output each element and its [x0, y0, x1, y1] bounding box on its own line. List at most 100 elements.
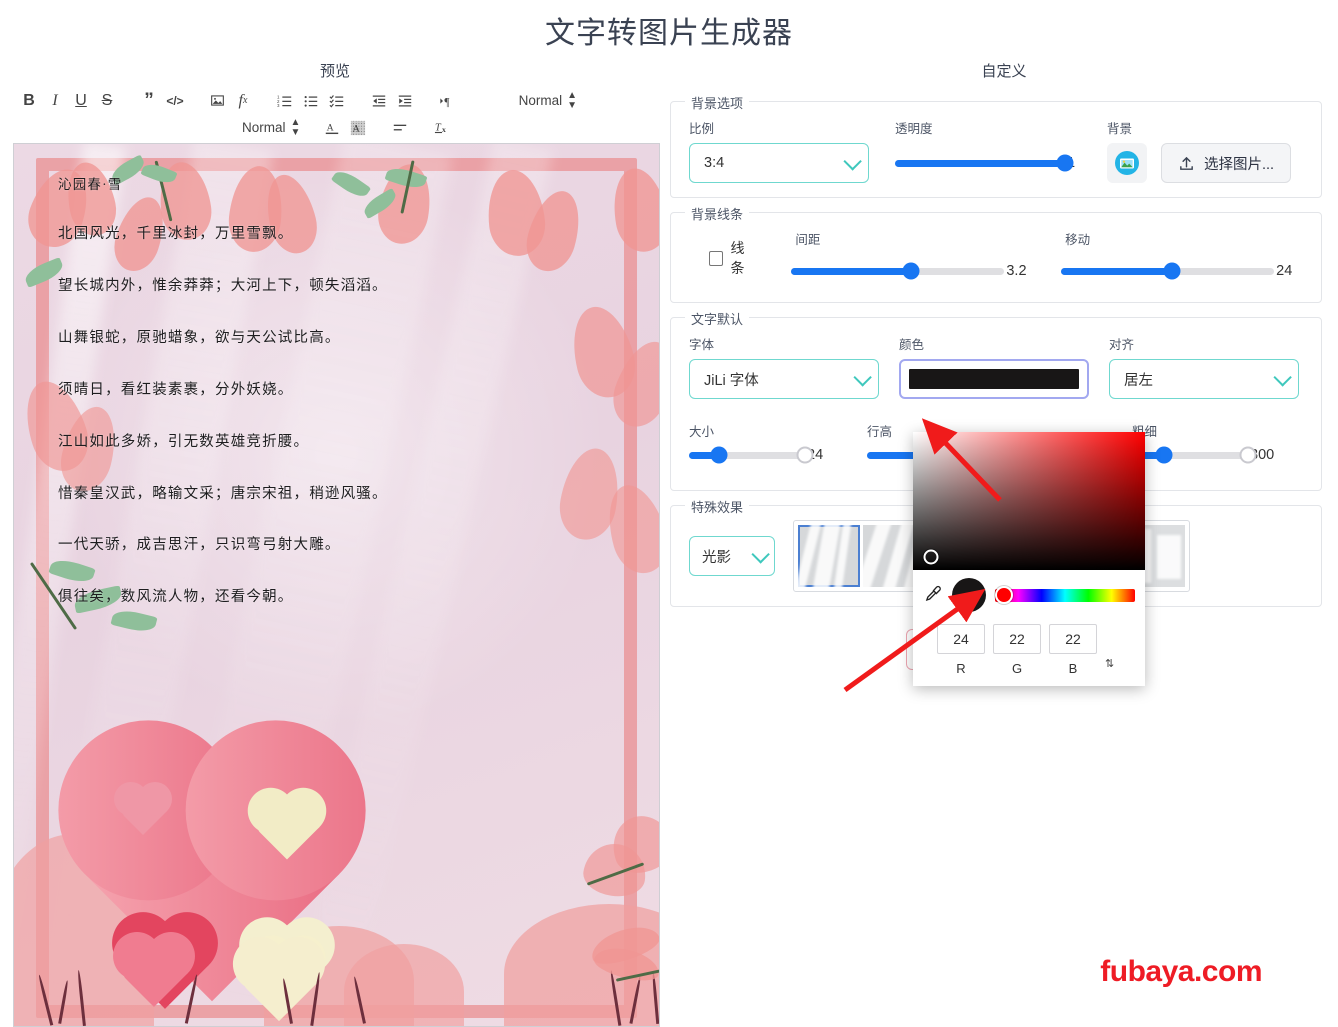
effect-value: 光影: [702, 549, 731, 566]
spacing-field: 间距 3.2: [791, 229, 1033, 288]
align-icon[interactable]: [387, 116, 413, 140]
page-title: 文字转图片生成器: [545, 17, 793, 50]
svg-text:A: A: [327, 122, 334, 133]
choose-image-label: 选择图片...: [1204, 156, 1275, 173]
spacing-slider[interactable]: 3.2: [791, 254, 1033, 288]
background-color-icon[interactable]: A: [345, 116, 371, 140]
weight-end-marker: [1239, 446, 1257, 464]
poem-line: 山舞银蛇，原驰蜡象，欲与天公试比高。: [58, 329, 341, 346]
spacing-track[interactable]: [791, 262, 1005, 280]
move-track[interactable]: [1061, 262, 1275, 280]
outdent-icon[interactable]: [366, 89, 392, 113]
lines-checkbox[interactable]: 线条: [709, 238, 757, 278]
bullet-list-icon[interactable]: [298, 89, 324, 113]
background-lines-section: 背景线条 线条 间距 3.2 移动 24: [670, 204, 1322, 303]
text-defaults-legend: 文字默认: [685, 309, 750, 328]
green-cell: 22 G: [993, 624, 1041, 676]
blue-label: B: [1068, 661, 1078, 676]
rgb-inputs: 24 R 22 G 22 B ⇅: [923, 624, 1135, 676]
ratio-label: 比例: [689, 122, 715, 136]
background-options-section: 背景选项 比例 3:4 透明度 1: [670, 93, 1322, 198]
check-list-icon[interactable]: [324, 89, 350, 113]
special-effects-legend: 特殊效果: [685, 497, 750, 516]
ratio-select[interactable]: 3:4: [689, 143, 869, 183]
size-track[interactable]: [689, 446, 814, 464]
poem-line: 俱往矣，数风流人物，还看今朝。: [58, 589, 294, 606]
size-select[interactable]: Normal ▲ ▼: [238, 117, 303, 138]
ordered-list-icon[interactable]: 123: [272, 89, 298, 113]
image-icon[interactable]: [204, 89, 230, 113]
ratio-value: 3:4: [704, 155, 725, 171]
opacity-track[interactable]: [895, 154, 1074, 172]
current-color-preview: [952, 578, 986, 612]
picture-icon: [1115, 151, 1139, 175]
weight-knob[interactable]: [1155, 446, 1173, 464]
opacity-knob[interactable]: [1056, 154, 1074, 172]
opacity-fill: [895, 159, 1065, 167]
move-label: 移动: [1065, 233, 1091, 247]
size-field: 大小 24: [689, 421, 841, 464]
weight-slider[interactable]: 300: [1132, 446, 1303, 464]
move-value: 24: [1276, 263, 1293, 279]
size-end-marker: [796, 446, 814, 464]
red-input[interactable]: 24: [937, 624, 985, 654]
header-select[interactable]: Normal ▲ ▼: [515, 89, 580, 111]
green-input[interactable]: 22: [993, 624, 1041, 654]
align-select[interactable]: 居左: [1109, 359, 1299, 399]
preview-canvas[interactable]: 沁园春·雪 北国风光，千里冰封，万里雪飘。 望长城内外，惟余莽莽；大河上下，顿失…: [13, 143, 660, 1027]
saturation-value-area[interactable]: [913, 432, 1145, 570]
background-thumbnail[interactable]: [1107, 143, 1147, 183]
background-lines-legend: 背景线条: [685, 204, 750, 223]
hue-bar[interactable]: [995, 588, 1135, 602]
svg-text:T: T: [435, 122, 442, 133]
blue-cell: 22 B: [1049, 624, 1097, 676]
clear-format-icon[interactable]: Tx: [429, 116, 455, 140]
font-select[interactable]: JiLi 字体: [689, 359, 879, 399]
formula-icon[interactable]: fx: [230, 89, 256, 113]
bold-icon[interactable]: B: [16, 89, 42, 113]
weight-track[interactable]: [1132, 446, 1257, 464]
color-label: 颜色: [899, 338, 925, 352]
effect-select[interactable]: 光影: [689, 536, 775, 576]
move-slider[interactable]: 24: [1061, 254, 1303, 288]
size-label: 大小: [689, 425, 715, 439]
chevron-down-icon: [751, 544, 770, 564]
size-knob[interactable]: [710, 446, 728, 464]
opacity-slider[interactable]: 1: [895, 143, 1085, 183]
blue-input[interactable]: 22: [1049, 624, 1097, 654]
poem-line: 惜秦皇汉武，略输文采；唐宗宋祖，稍逊风骚。: [58, 485, 388, 502]
spacing-fill: [791, 267, 911, 275]
watermark: fubaya.com: [1100, 955, 1262, 988]
move-knob[interactable]: [1163, 262, 1181, 280]
color-field-wrap: 颜色: [899, 334, 1089, 399]
text-direction-icon[interactable]: ¶: [434, 89, 460, 113]
effect-thumb-curtain-light[interactable]: [798, 525, 860, 587]
sv-cursor[interactable]: [923, 549, 939, 565]
poem-line: 江山如此多娇，引无数英雄竞折腰。: [58, 433, 310, 450]
checkbox-box[interactable]: [709, 250, 724, 266]
spacing-knob[interactable]: [902, 262, 920, 280]
format-toggle-icon[interactable]: ⇅: [1105, 659, 1114, 670]
background-options-legend: 背景选项: [685, 93, 750, 112]
blockquote-icon[interactable]: ”: [136, 89, 162, 113]
hue-slider[interactable]: [995, 586, 1135, 604]
background-options-row: 比例 3:4 透明度 1: [689, 118, 1303, 183]
hue-knob[interactable]: [995, 586, 1013, 604]
code-block-icon[interactable]: </>: [162, 89, 188, 113]
svg-text:A: A: [353, 123, 360, 134]
poem-text[interactable]: 沁园春·雪 北国风光，千里冰封，万里雪飘。 望长城内外，惟余莽莽；大河上下，顿失…: [58, 177, 619, 642]
color-swatch-button[interactable]: [899, 359, 1089, 399]
size-slider[interactable]: 24: [689, 446, 841, 464]
font-color-icon[interactable]: A: [319, 116, 345, 140]
align-field: 对齐 居左: [1109, 334, 1299, 399]
red-label: R: [956, 661, 966, 676]
choose-image-button[interactable]: 选择图片...: [1161, 143, 1292, 183]
indent-icon[interactable]: [392, 89, 418, 113]
eyedropper-icon[interactable]: [923, 584, 943, 606]
color-picker-popover[interactable]: 24 R 22 G 22 B ⇅: [913, 432, 1145, 686]
strikethrough-icon[interactable]: S: [94, 89, 120, 113]
customize-heading: 自定义: [981, 63, 1027, 80]
italic-icon[interactable]: I: [42, 89, 68, 113]
updown-icon: ▲ ▼: [567, 89, 577, 111]
underline-icon[interactable]: U: [68, 89, 94, 113]
